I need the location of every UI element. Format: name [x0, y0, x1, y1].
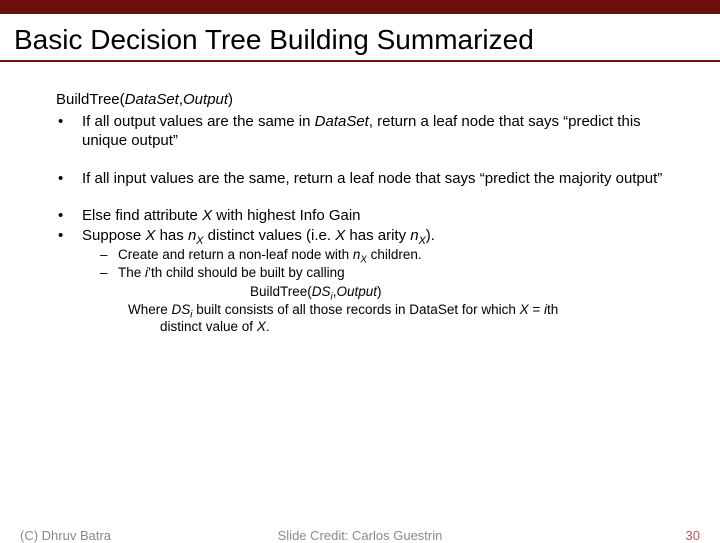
call-p2: )	[377, 284, 382, 299]
bullet-2: • If all input values are the same, retu…	[56, 169, 670, 188]
footer-right: 30	[686, 528, 700, 543]
bullet-dot: •	[56, 206, 82, 225]
b4-p1: Suppose	[82, 227, 145, 244]
sub-bullets: – Create and return a non-leaf node with…	[56, 246, 670, 335]
b1-pre: If all output values are the same in	[82, 113, 315, 130]
call-out: Output	[336, 284, 377, 299]
w-p2: built consists of all those records in D…	[192, 302, 519, 317]
accent-bar	[0, 0, 720, 14]
dash-2: – The i’th child should be built by call…	[100, 264, 670, 281]
b1-dataset: DataSet	[315, 113, 369, 130]
bullet-dot: •	[56, 226, 82, 245]
dash-1: – Create and return a non-leaf node with…	[100, 246, 670, 263]
func-pre: BuildTree(	[56, 91, 125, 108]
b4-x1: X	[145, 227, 155, 244]
recursive-call: BuildTree(DSi,Output)	[100, 283, 670, 300]
b3-pre: Else find attribute	[82, 207, 202, 224]
b4-p4: has arity	[345, 227, 410, 244]
b3-x: X	[202, 207, 212, 224]
bullet-text: If all output values are the same in Dat…	[82, 112, 670, 150]
wc-p1: distinct value of	[160, 319, 257, 334]
bullet-dot: •	[56, 169, 82, 188]
title-underline	[0, 60, 720, 62]
b4-p5: ).	[426, 227, 435, 244]
bullet-4: • Suppose X has nX distinct values (i.e.…	[56, 226, 670, 245]
dash-text: The i’th child should be built by callin…	[118, 264, 345, 281]
bullet-text: If all input values are the same, return…	[82, 169, 670, 188]
bullet-1: • If all output values are the same in D…	[56, 112, 670, 150]
w-x: X	[520, 302, 529, 317]
call-p1: BuildTree(	[250, 284, 312, 299]
func-arg1: DataSet	[125, 91, 179, 108]
w-p1: Where	[128, 302, 172, 317]
wc-x: X	[257, 319, 266, 334]
d2-p1: The	[118, 265, 145, 280]
dash-text: Create and return a non-leaf node with n…	[118, 246, 422, 263]
bullet-3: • Else find attribute X with highest Inf…	[56, 206, 670, 225]
bullet-dot: •	[56, 112, 82, 150]
b4-p3: distinct values (i.e.	[203, 227, 335, 244]
dash-mark: –	[100, 246, 118, 263]
b4-p2: has	[155, 227, 188, 244]
page-title: Basic Decision Tree Building Summarized	[0, 14, 720, 60]
dash-mark: –	[100, 264, 118, 281]
bullet-text: Suppose X has nX distinct values (i.e. X…	[82, 226, 670, 245]
b4-x2: X	[335, 227, 345, 244]
d1-p1: Create and return a non-leaf node with	[118, 247, 353, 262]
footer-center: Slide Credit: Carlos Guestrin	[0, 528, 720, 543]
d1-p2: children.	[367, 247, 422, 262]
call-ds: DS	[312, 284, 331, 299]
d2-p2: ’th child should be built by calling	[148, 265, 345, 280]
b4-n2: n	[410, 227, 418, 244]
w-p4: th	[547, 302, 558, 317]
w-ds: DS	[172, 302, 191, 317]
function-signature: BuildTree(DataSet,Output)	[56, 90, 670, 109]
wc-p2: .	[266, 319, 270, 334]
w-p3: =	[529, 302, 544, 317]
slide-body: BuildTree(DataSet,Output) • If all outpu…	[0, 90, 720, 335]
where-cont: distinct value of X.	[100, 318, 670, 335]
func-arg2: Output	[183, 91, 228, 108]
bullet-text: Else find attribute X with highest Info …	[82, 206, 670, 225]
func-post: )	[228, 91, 233, 108]
where-clause: Where DSi built consists of all those re…	[100, 301, 670, 318]
b4-sub2: X	[419, 235, 426, 247]
b3-post: with highest Info Gain	[212, 207, 360, 224]
